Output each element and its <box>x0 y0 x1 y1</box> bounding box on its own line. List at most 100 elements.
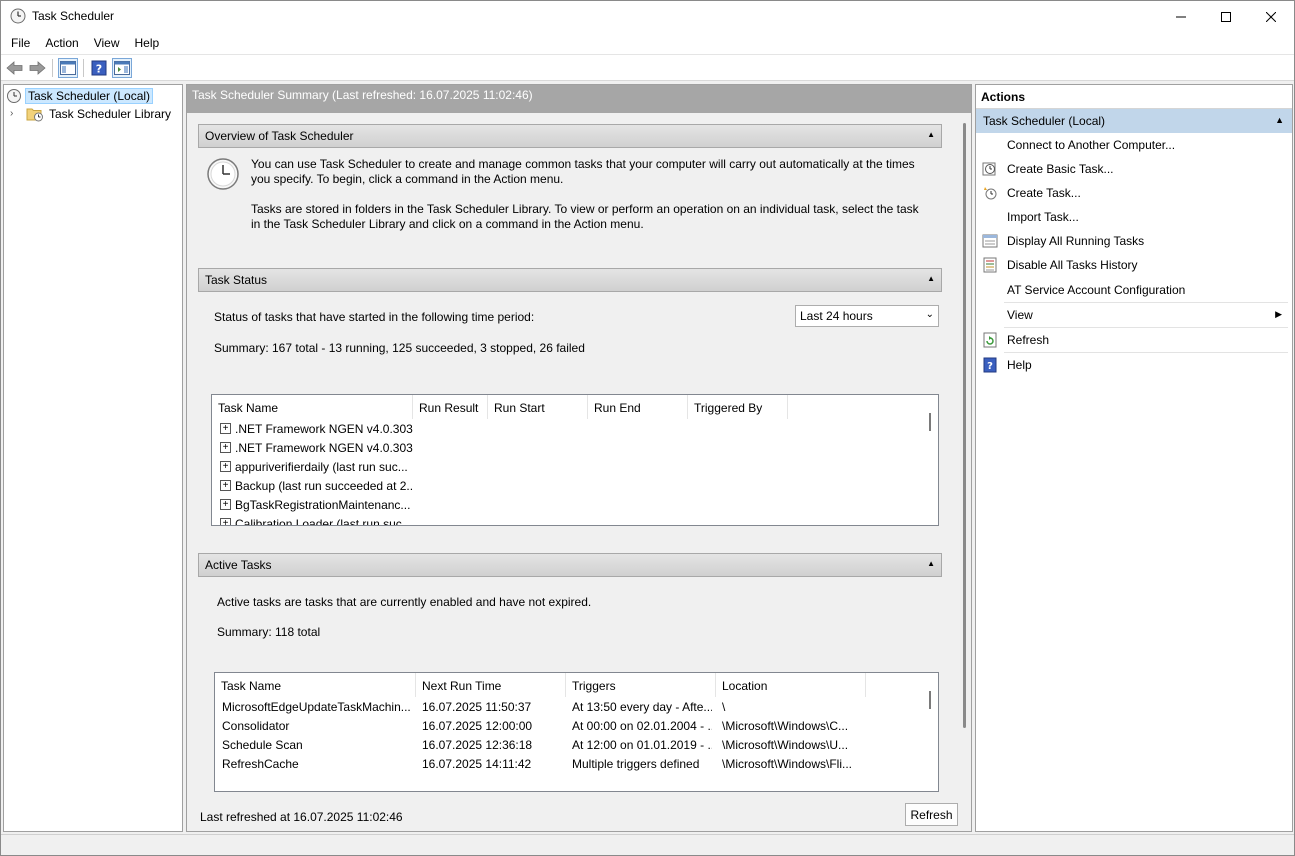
forward-button[interactable] <box>27 58 47 78</box>
scrollbar-thumb[interactable] <box>929 413 931 431</box>
menu-help[interactable]: Help <box>130 36 165 50</box>
action-create-task[interactable]: Create Task... <box>976 181 1290 205</box>
summary-header: Task Scheduler Summary (Last refreshed: … <box>187 85 971 113</box>
table-row[interactable]: + Calibration Loader (last run suc... <box>212 515 938 525</box>
action-create-basic-task[interactable]: Create Basic Task... <box>976 157 1290 181</box>
active-tasks-summary: Summary: 118 total <box>217 625 321 639</box>
column-run-start[interactable]: Run Start <box>488 395 588 419</box>
action-display-all-running-tasks[interactable]: Display All Running Tasks <box>976 229 1290 253</box>
column-run-result[interactable]: Run Result <box>413 395 488 419</box>
time-period-dropdown[interactable]: Last 24 hours ⌄ <box>795 305 939 327</box>
task-status-list-header: Task Name Run Result Run Start Run End T… <box>212 395 938 419</box>
expand-plus-icon[interactable]: + <box>220 518 231 525</box>
refresh-icon <box>983 332 997 348</box>
column-triggered-by[interactable]: Triggered By <box>688 395 788 419</box>
back-arrow-icon <box>6 61 23 75</box>
table-row[interactable]: Consolidator 16.07.2025 12:00:00 At 00:0… <box>215 717 938 736</box>
menu-view[interactable]: View <box>89 36 125 50</box>
show-hide-action-pane-button[interactable] <box>112 58 132 78</box>
next-run-cell: 16.07.2025 12:36:18 <box>422 738 533 752</box>
table-row[interactable]: + .NET Framework NGEN v4.0.303... <box>212 420 938 439</box>
task-status-section-header[interactable]: Task Status ▲ <box>198 268 942 292</box>
minimize-button[interactable] <box>1158 1 1204 32</box>
scrollbar-thumb[interactable] <box>929 691 931 709</box>
collapse-up-icon[interactable]: ▲ <box>927 274 935 283</box>
maximize-button[interactable] <box>1203 1 1249 32</box>
last-refreshed-text: Last refreshed at 16.07.2025 11:02:46 <box>200 810 403 824</box>
action-at-service-account-configuration[interactable]: AT Service Account Configuration <box>976 278 1290 302</box>
menu-action[interactable]: Action <box>40 36 83 50</box>
table-row[interactable]: + .NET Framework NGEN v4.0.303... <box>212 439 938 458</box>
action-connect-to-another-computer[interactable]: Connect to Another Computer... <box>976 133 1290 157</box>
table-row[interactable]: MicrosoftEdgeUpdateTaskMachin... 16.07.2… <box>215 698 938 717</box>
expand-chevron-icon[interactable]: › <box>10 108 22 119</box>
task-name-cell: BgTaskRegistrationMaintenanc... <box>235 498 411 512</box>
overview-section-header[interactable]: Overview of Task Scheduler ▲ <box>198 124 942 148</box>
collapse-up-icon[interactable]: ▲ <box>927 130 935 139</box>
active-tasks-section-header[interactable]: Active Tasks ▲ <box>198 553 942 577</box>
tree-item-task-scheduler-local[interactable]: Task Scheduler (Local) <box>6 87 154 104</box>
submenu-arrow-icon: ▶ <box>1275 309 1282 319</box>
collapse-up-icon[interactable]: ▲ <box>1275 115 1284 125</box>
location-cell: \Microsoft\Windows\C... <box>722 719 849 733</box>
column-task-name[interactable]: Task Name <box>212 395 413 419</box>
summary-scrollbar[interactable] <box>959 113 971 801</box>
tree-root-label: Task Scheduler (Local) <box>25 87 154 104</box>
overview-body: You can use Task Scheduler to create and… <box>198 148 942 260</box>
action-label: Create Basic Task... <box>1007 162 1114 176</box>
collapse-up-icon[interactable]: ▲ <box>927 559 935 568</box>
back-button[interactable] <box>5 58 25 78</box>
actions-group-header[interactable]: Task Scheduler (Local) ▲ <box>976 109 1292 133</box>
column-task-name[interactable]: Task Name <box>215 673 416 697</box>
scrollbar-thumb[interactable] <box>963 123 966 728</box>
action-view[interactable]: View ▶ <box>976 303 1290 327</box>
column-location[interactable]: Location <box>716 673 866 697</box>
action-help[interactable]: ? Help <box>976 353 1290 377</box>
tree-child-label: Task Scheduler Library <box>49 106 172 121</box>
column-triggers[interactable]: Triggers <box>566 673 716 697</box>
task-name-cell: appuriverifierdaily (last run suc... <box>235 460 408 474</box>
tree-item-task-scheduler-library[interactable]: › Task Scheduler Library <box>10 105 174 122</box>
active-tasks-list[interactable]: Task Name Next Run Time Triggers Locatio… <box>214 672 939 792</box>
window-title: Task Scheduler <box>32 9 115 23</box>
table-row[interactable]: Schedule Scan 16.07.2025 12:36:18 At 12:… <box>215 736 938 755</box>
expand-plus-icon[interactable]: + <box>220 461 231 472</box>
task-name-cell: MicrosoftEdgeUpdateTaskMachin... <box>222 700 411 714</box>
table-row[interactable]: RefreshCache 16.07.2025 14:11:42 Multipl… <box>215 755 938 774</box>
help-button[interactable]: ? <box>89 58 109 78</box>
actions-group-label: Task Scheduler (Local) <box>983 114 1106 128</box>
table-row[interactable]: + BgTaskRegistrationMaintenanc... <box>212 496 938 515</box>
title-bar: Task Scheduler <box>1 1 1294 32</box>
expand-plus-icon[interactable]: + <box>220 480 231 491</box>
list-scrollbar[interactable] <box>924 395 938 525</box>
console-tree: Task Scheduler (Local) › Task Scheduler … <box>3 84 183 832</box>
maximize-icon <box>1221 11 1231 22</box>
expand-plus-icon[interactable]: + <box>220 423 231 434</box>
toolbar-separator <box>83 59 84 77</box>
close-button[interactable] <box>1248 1 1294 32</box>
task-name-cell: .NET Framework NGEN v4.0.303... <box>235 422 413 436</box>
action-disable-all-tasks-history[interactable]: Disable All Tasks History <box>976 253 1290 277</box>
status-summary: Summary: 167 total - 13 running, 125 suc… <box>214 341 585 355</box>
column-run-end[interactable]: Run End <box>588 395 688 419</box>
expand-plus-icon[interactable]: + <box>220 499 231 510</box>
task-status-list[interactable]: Task Name Run Result Run Start Run End T… <box>211 394 939 526</box>
table-row[interactable]: + Backup (last run succeeded at 2... <box>212 477 938 496</box>
action-label: Help <box>1007 358 1032 372</box>
list-scrollbar[interactable] <box>924 673 938 791</box>
actions-title: Actions <box>976 85 1292 109</box>
expand-plus-icon[interactable]: + <box>220 442 231 453</box>
period-label: Status of tasks that have started in the… <box>214 310 535 324</box>
action-refresh[interactable]: Refresh <box>976 328 1290 352</box>
svg-text:?: ? <box>987 361 993 372</box>
refresh-button[interactable]: Refresh <box>905 803 958 826</box>
column-next-run-time[interactable]: Next Run Time <box>416 673 566 697</box>
show-hide-console-tree-button[interactable] <box>58 58 78 78</box>
task-status-title: Task Status <box>205 273 268 287</box>
action-import-task[interactable]: Import Task... <box>976 205 1290 229</box>
action-label: Refresh <box>1007 333 1050 347</box>
table-row[interactable]: + appuriverifierdaily (last run suc... <box>212 458 938 477</box>
task-name-cell: Schedule Scan <box>222 738 303 752</box>
menu-file[interactable]: File <box>6 36 35 50</box>
summary-footer: Last refreshed at 16.07.2025 11:02:46 Re… <box>187 801 971 831</box>
